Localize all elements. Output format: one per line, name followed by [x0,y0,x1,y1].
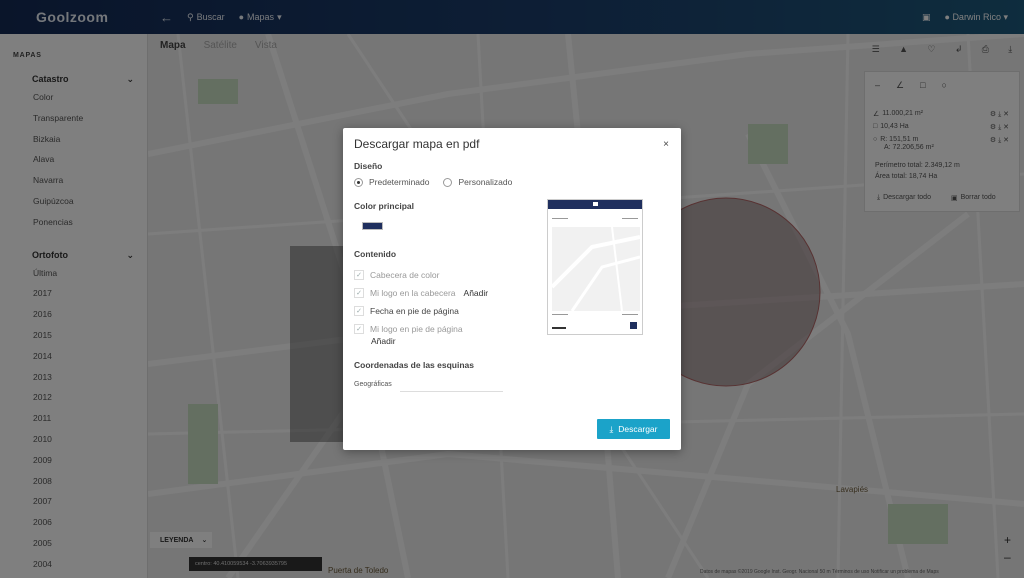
coords-section-title: Coordenadas de las esquinas [354,360,474,370]
tab-street-view[interactable]: Vista [255,40,277,51]
checkbox-checked-icon: ✓ [354,306,364,316]
radio-selected-icon [354,177,363,187]
pdf-preview [547,199,643,335]
add-header-logo-link[interactable]: Añadir [464,288,489,298]
map-type-tabs: Mapa Satélite Vista [160,40,277,51]
download-pdf-dialog: Descargar mapa en pdf × Diseño Predeterm… [343,128,681,450]
preview-map [552,227,640,311]
content-section-title: Contenido [354,249,397,259]
primary-color-swatch[interactable] [362,222,383,230]
check-color-header[interactable]: ✓ Cabecera de color [354,270,439,280]
design-section-title: Diseño [354,161,383,171]
check-logo-header[interactable]: ✓ Mi logo en la cabecera Añadir [354,288,488,298]
download-button[interactable]: ⤓ Descargar [597,419,670,439]
select-underline [400,391,503,392]
checkbox-icon: ✓ [354,288,364,298]
tab-satellite[interactable]: Satélite [204,40,237,51]
coords-format-select[interactable]: Geográficas [354,381,392,388]
radio-icon [443,177,453,187]
radio-custom[interactable]: Personalizado [443,177,512,187]
add-footer-logo-link[interactable]: Añadir [371,336,396,346]
check-logo-footer[interactable]: ✓ Mi logo en pie de página [354,324,463,334]
tab-map[interactable]: Mapa [160,40,186,51]
download-icon: ⤓ [609,423,614,434]
color-section-title: Color principal [354,201,414,211]
check-date-footer[interactable]: ✓ Fecha en pie de página [354,306,459,316]
checkbox-icon: ✓ [354,324,364,334]
preview-header [548,200,642,209]
close-icon[interactable]: × [663,139,669,150]
radio-default[interactable]: Predeterminado [354,177,429,187]
dialog-title: Descargar mapa en pdf [354,137,480,151]
design-options: Predeterminado Personalizado [354,177,512,187]
checkbox-icon: ✓ [354,270,364,280]
